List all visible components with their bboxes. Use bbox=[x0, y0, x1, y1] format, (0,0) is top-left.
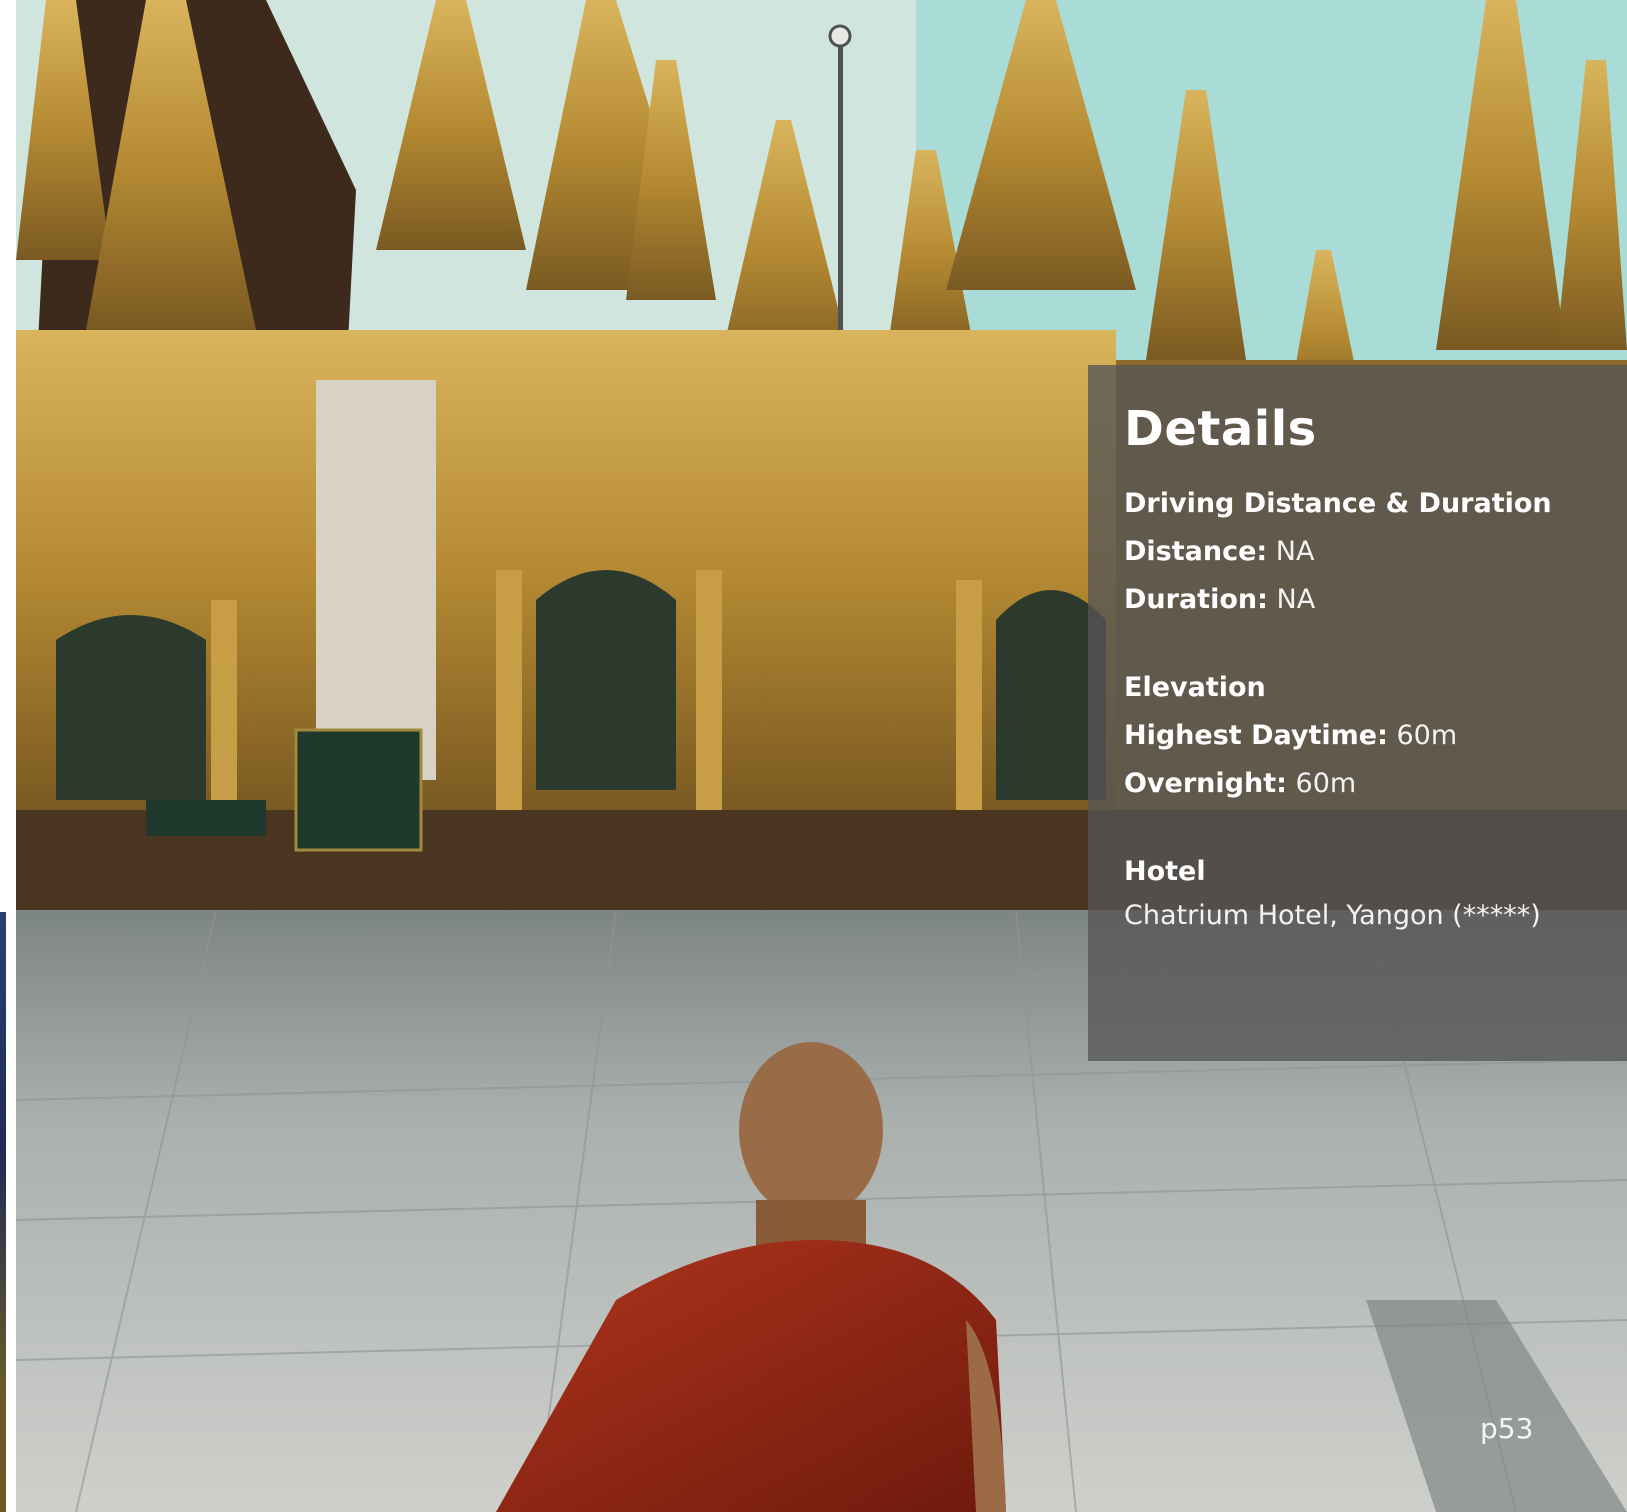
duration-row: Duration: NA bbox=[1124, 576, 1627, 624]
daytime-row: Highest Daytime: 60m bbox=[1124, 712, 1627, 760]
page-number: p53 bbox=[1480, 1412, 1534, 1445]
duration-label: Duration: bbox=[1124, 583, 1268, 615]
hotel-section: Hotel Chatrium Hotel, Yangon (*****) bbox=[1124, 848, 1627, 936]
overnight-value: 60m bbox=[1295, 767, 1357, 799]
overnight-label: Overnight: bbox=[1124, 767, 1287, 799]
distance-label: Distance: bbox=[1124, 535, 1268, 567]
daytime-value: 60m bbox=[1396, 719, 1458, 751]
duration-value: NA bbox=[1276, 583, 1316, 615]
hotel-name: Chatrium Hotel, Yangon (*****) bbox=[1124, 899, 1541, 931]
overnight-row: Overnight: 60m bbox=[1124, 760, 1627, 808]
hotel-heading: Hotel bbox=[1124, 855, 1206, 887]
elevation-heading: Elevation bbox=[1124, 671, 1266, 703]
details-panel: Details Driving Distance & Duration Dist… bbox=[1088, 365, 1627, 1061]
daytime-label: Highest Daytime: bbox=[1124, 719, 1388, 751]
driving-section: Driving Distance & Duration Distance: NA… bbox=[1124, 480, 1627, 624]
elevation-section: Elevation Highest Daytime: 60m Overnight… bbox=[1124, 664, 1627, 808]
distance-value: NA bbox=[1275, 535, 1315, 567]
distance-row: Distance: NA bbox=[1124, 528, 1627, 576]
adjacent-page-edge bbox=[0, 912, 6, 1512]
details-title: Details bbox=[1124, 401, 1317, 457]
driving-heading: Driving Distance & Duration bbox=[1124, 487, 1552, 519]
